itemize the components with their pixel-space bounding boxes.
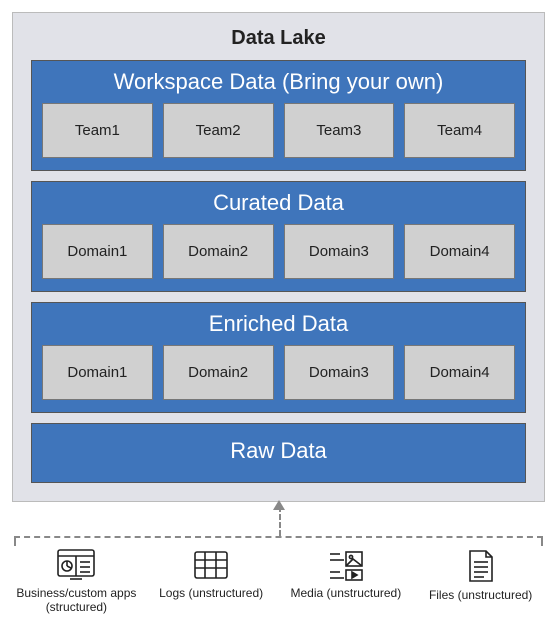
- media-icon: [282, 548, 411, 582]
- layer-curated-data: Curated Data Domain1 Domain2 Domain3 Dom…: [31, 181, 526, 292]
- layer-title: Enriched Data: [42, 311, 515, 337]
- source-files: Files (unstructured): [416, 548, 545, 615]
- source-label: Files (unstructured): [416, 588, 545, 602]
- box-team1: Team1: [42, 103, 153, 158]
- layer-boxes: Team1 Team2 Team3 Team4: [42, 103, 515, 158]
- data-sources-row: Business/custom apps (structured) Logs (…: [12, 548, 545, 615]
- files-icon: [416, 548, 545, 584]
- data-lake-container: Data Lake Workspace Data (Bring your own…: [12, 12, 545, 502]
- source-media: Media (unstructured): [282, 548, 411, 615]
- layer-workspace-data: Workspace Data (Bring your own) Team1 Te…: [31, 60, 526, 171]
- app-icon: [12, 548, 141, 582]
- box-team3: Team3: [284, 103, 395, 158]
- box-team4: Team4: [404, 103, 515, 158]
- layer-title: Workspace Data (Bring your own): [42, 69, 515, 95]
- data-lake-title: Data Lake: [31, 27, 526, 50]
- source-logs: Logs (unstructured): [147, 548, 276, 615]
- box-domain3: Domain3: [284, 224, 395, 279]
- box-domain4: Domain4: [404, 345, 515, 400]
- layer-title: Curated Data: [42, 190, 515, 216]
- layer-raw-data: Raw Data: [31, 423, 526, 483]
- source-label: Logs (unstructured): [147, 586, 276, 600]
- box-domain2: Domain2: [163, 345, 274, 400]
- box-team2: Team2: [163, 103, 274, 158]
- source-business-apps: Business/custom apps (structured): [12, 548, 141, 615]
- layer-boxes: Domain1 Domain2 Domain3 Domain4: [42, 345, 515, 400]
- layer-boxes: Domain1 Domain2 Domain3 Domain4: [42, 224, 515, 279]
- box-domain1: Domain1: [42, 345, 153, 400]
- logs-icon: [147, 548, 276, 582]
- ingest-arrow: [12, 502, 545, 536]
- box-domain3: Domain3: [284, 345, 395, 400]
- source-label: Business/custom apps (structured): [12, 586, 141, 615]
- box-domain2: Domain2: [163, 224, 274, 279]
- box-domain1: Domain1: [42, 224, 153, 279]
- box-domain4: Domain4: [404, 224, 515, 279]
- source-label: Media (unstructured): [282, 586, 411, 600]
- sources-bracket: [14, 536, 543, 538]
- layer-enriched-data: Enriched Data Domain1 Domain2 Domain3 Do…: [31, 302, 526, 413]
- layer-title: Raw Data: [42, 432, 515, 470]
